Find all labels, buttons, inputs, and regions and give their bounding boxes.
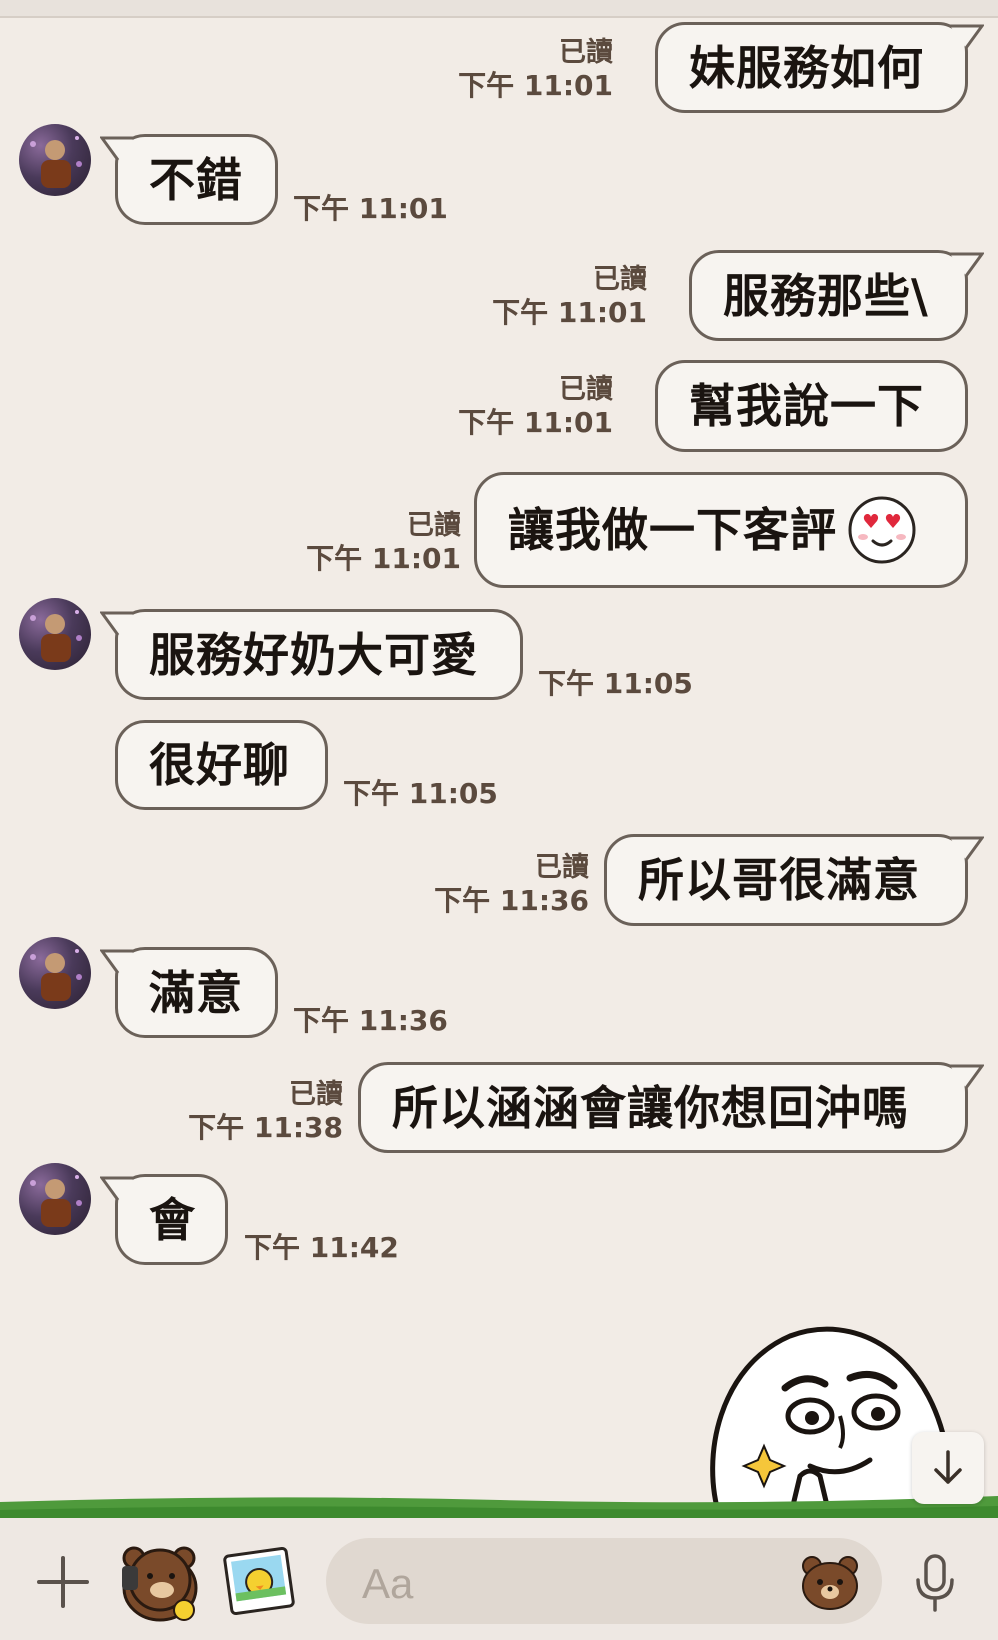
contact-avatar[interactable]	[19, 598, 91, 670]
message-meta: 已讀 下午 11:38	[188, 1079, 343, 1145]
bubble-tail	[100, 611, 134, 636]
message-text: 所以哥很滿意	[638, 853, 920, 907]
sticker-icon[interactable]	[118, 1536, 202, 1622]
bubble-tail	[950, 24, 984, 52]
sent-message-bubble[interactable]: 所以哥很滿意	[604, 834, 968, 926]
received-message-bubble[interactable]: 不錯	[115, 134, 278, 225]
bubble-tail	[100, 949, 134, 974]
sent-message-bubble[interactable]: 服務那些\	[689, 250, 968, 341]
read-receipt: 已讀	[535, 852, 589, 883]
read-receipt: 已讀	[407, 510, 461, 541]
emoji-icon[interactable]	[800, 1554, 860, 1610]
message-text: 滿意	[149, 965, 243, 1020]
message-meta: 已讀 下午 11:01	[492, 264, 647, 330]
read-receipt: 已讀	[593, 264, 647, 295]
input-placeholder: Aa	[362, 1560, 414, 1607]
contact-avatar[interactable]	[19, 1163, 91, 1235]
message-meta: 已讀 下午 11:01	[458, 374, 613, 440]
plus-icon[interactable]	[36, 1555, 90, 1609]
message-time: 下午 11:42	[244, 1231, 399, 1264]
message-input[interactable]: Aa	[326, 1538, 882, 1624]
message-time: 下午 11:01	[458, 69, 613, 102]
message-time: 下午 11:01	[458, 406, 613, 439]
heart-eyes-emoji-icon	[848, 496, 916, 564]
bubble-tail	[100, 136, 134, 161]
received-message-bubble[interactable]: 滿意	[115, 947, 278, 1038]
grass-decoration	[0, 1496, 998, 1518]
arrow-down-icon	[934, 1450, 962, 1484]
message-time: 下午 11:05	[343, 777, 498, 810]
message-text: 會	[149, 1192, 196, 1247]
message-text: 妹服務如何	[689, 40, 924, 95]
bubble-tail	[950, 1064, 984, 1089]
bubble-tail	[950, 836, 984, 861]
message-text: 服務好奶大可愛	[149, 627, 478, 682]
message-text: 很好聊	[149, 738, 290, 792]
message-time: 下午 11:36	[293, 1004, 448, 1037]
message-text: 讓我做一下客評	[508, 503, 837, 557]
message-meta: 已讀 下午 11:01	[458, 37, 613, 103]
message-text: 所以涵涵會讓你想回沖嗎	[392, 1080, 909, 1135]
received-message-bubble[interactable]: 服務好奶大可愛	[115, 609, 523, 700]
message-meta: 已讀 下午 11:36	[434, 852, 589, 918]
read-receipt: 已讀	[289, 1079, 343, 1110]
message-time: 下午 11:38	[188, 1111, 343, 1144]
message-meta: 已讀 下午 11:01	[306, 510, 461, 576]
message-time: 下午 11:01	[293, 192, 448, 225]
microphone-icon[interactable]	[912, 1552, 958, 1616]
bubble-tail	[100, 1176, 134, 1201]
message-time: 下午 11:36	[434, 884, 589, 917]
contact-avatar[interactable]	[19, 937, 91, 1009]
message-time: 下午 11:05	[538, 667, 693, 700]
scroll-to-bottom-button[interactable]	[912, 1432, 984, 1504]
read-receipt: 已讀	[559, 37, 613, 68]
sent-message-bubble[interactable]: 幫我說一下	[655, 360, 968, 452]
photo-icon[interactable]	[222, 1546, 296, 1616]
message-text: 服務那些\	[723, 268, 929, 323]
read-receipt: 已讀	[559, 374, 613, 405]
message-time: 下午 11:01	[492, 296, 647, 329]
sent-message-bubble[interactable]: 讓我做一下客評	[474, 472, 968, 588]
bubble-tail	[950, 252, 984, 277]
message-text: 不錯	[149, 152, 243, 207]
message-text: 幫我說一下	[689, 379, 924, 433]
message-time: 下午 11:01	[306, 542, 461, 575]
received-message-bubble[interactable]: 很好聊	[115, 720, 328, 810]
sent-message-bubble[interactable]: 所以涵涵會讓你想回沖嗎	[358, 1062, 968, 1153]
contact-avatar[interactable]	[19, 124, 91, 196]
sent-message-bubble[interactable]: 妹服務如何	[655, 22, 968, 113]
top-header-strip	[0, 0, 998, 18]
